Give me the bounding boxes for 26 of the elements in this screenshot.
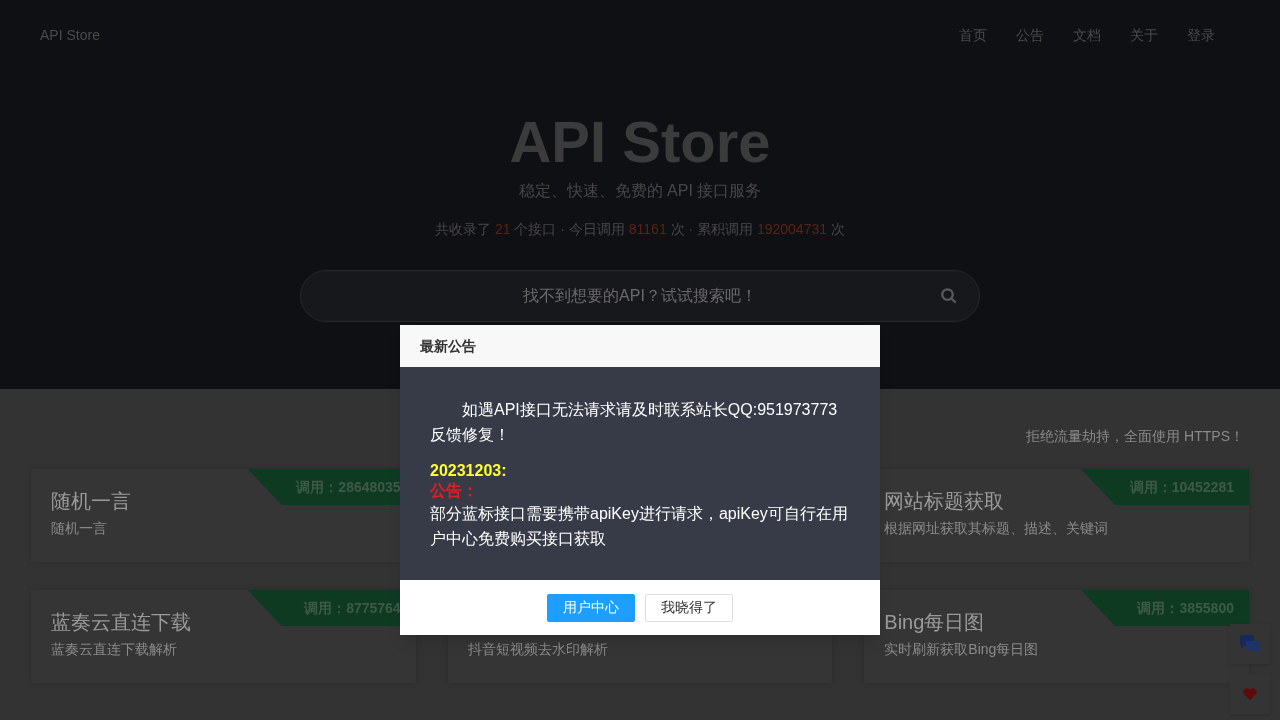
dialog-button[interactable]: 我晓得了 <box>645 593 733 622</box>
dialog-title: 最新公告 <box>420 336 476 356</box>
card-description: 抖音短视频去水印解析 <box>467 640 609 659</box>
nav-link[interactable]: 文档 <box>1073 24 1101 46</box>
card-title: 网站标题获取 <box>884 489 1006 513</box>
announcement-label: 公告： <box>430 481 479 501</box>
card-description: 随机一言 <box>51 519 108 538</box>
chat-button[interactable] <box>1230 624 1270 664</box>
announcement-text: 部分蓝标接口需要携带apiKey进行请求，apiKey可自行在用户中心免费购买接口获取 <box>430 504 849 549</box>
dialog-message: 如遇API接口无法请求请及时联系站长QQ:951973773反馈修复！ <box>430 400 839 445</box>
card-title: 随机一言 <box>51 489 132 513</box>
nav-link[interactable]: 首页 <box>959 24 987 46</box>
card-description: 根据网址获取其标题、描述、关键词 <box>884 519 1110 538</box>
brand-link[interactable]: API Store <box>40 24 100 46</box>
heart-icon <box>1243 688 1257 700</box>
card-title: Bing每日图 <box>884 610 986 634</box>
card-description: 实时刷新获取Bing每日图 <box>884 640 1040 659</box>
like-button[interactable] <box>1230 674 1270 714</box>
card-title: 蓝奏云直连下载 <box>51 610 192 634</box>
chat-icon <box>1240 635 1260 653</box>
card-description: 蓝奏云直连下载解析 <box>51 640 178 659</box>
search-field[interactable]: 找不到想要的API？试试搜索吧！ <box>300 270 980 322</box>
https-notice: 拒绝流量劫持，全面使用 HTTPS！ <box>1026 427 1244 446</box>
dialog-button[interactable]: 用户中心 <box>547 593 635 622</box>
search-icon[interactable] <box>940 287 958 305</box>
announcement-date: 20231203: <box>430 461 508 481</box>
